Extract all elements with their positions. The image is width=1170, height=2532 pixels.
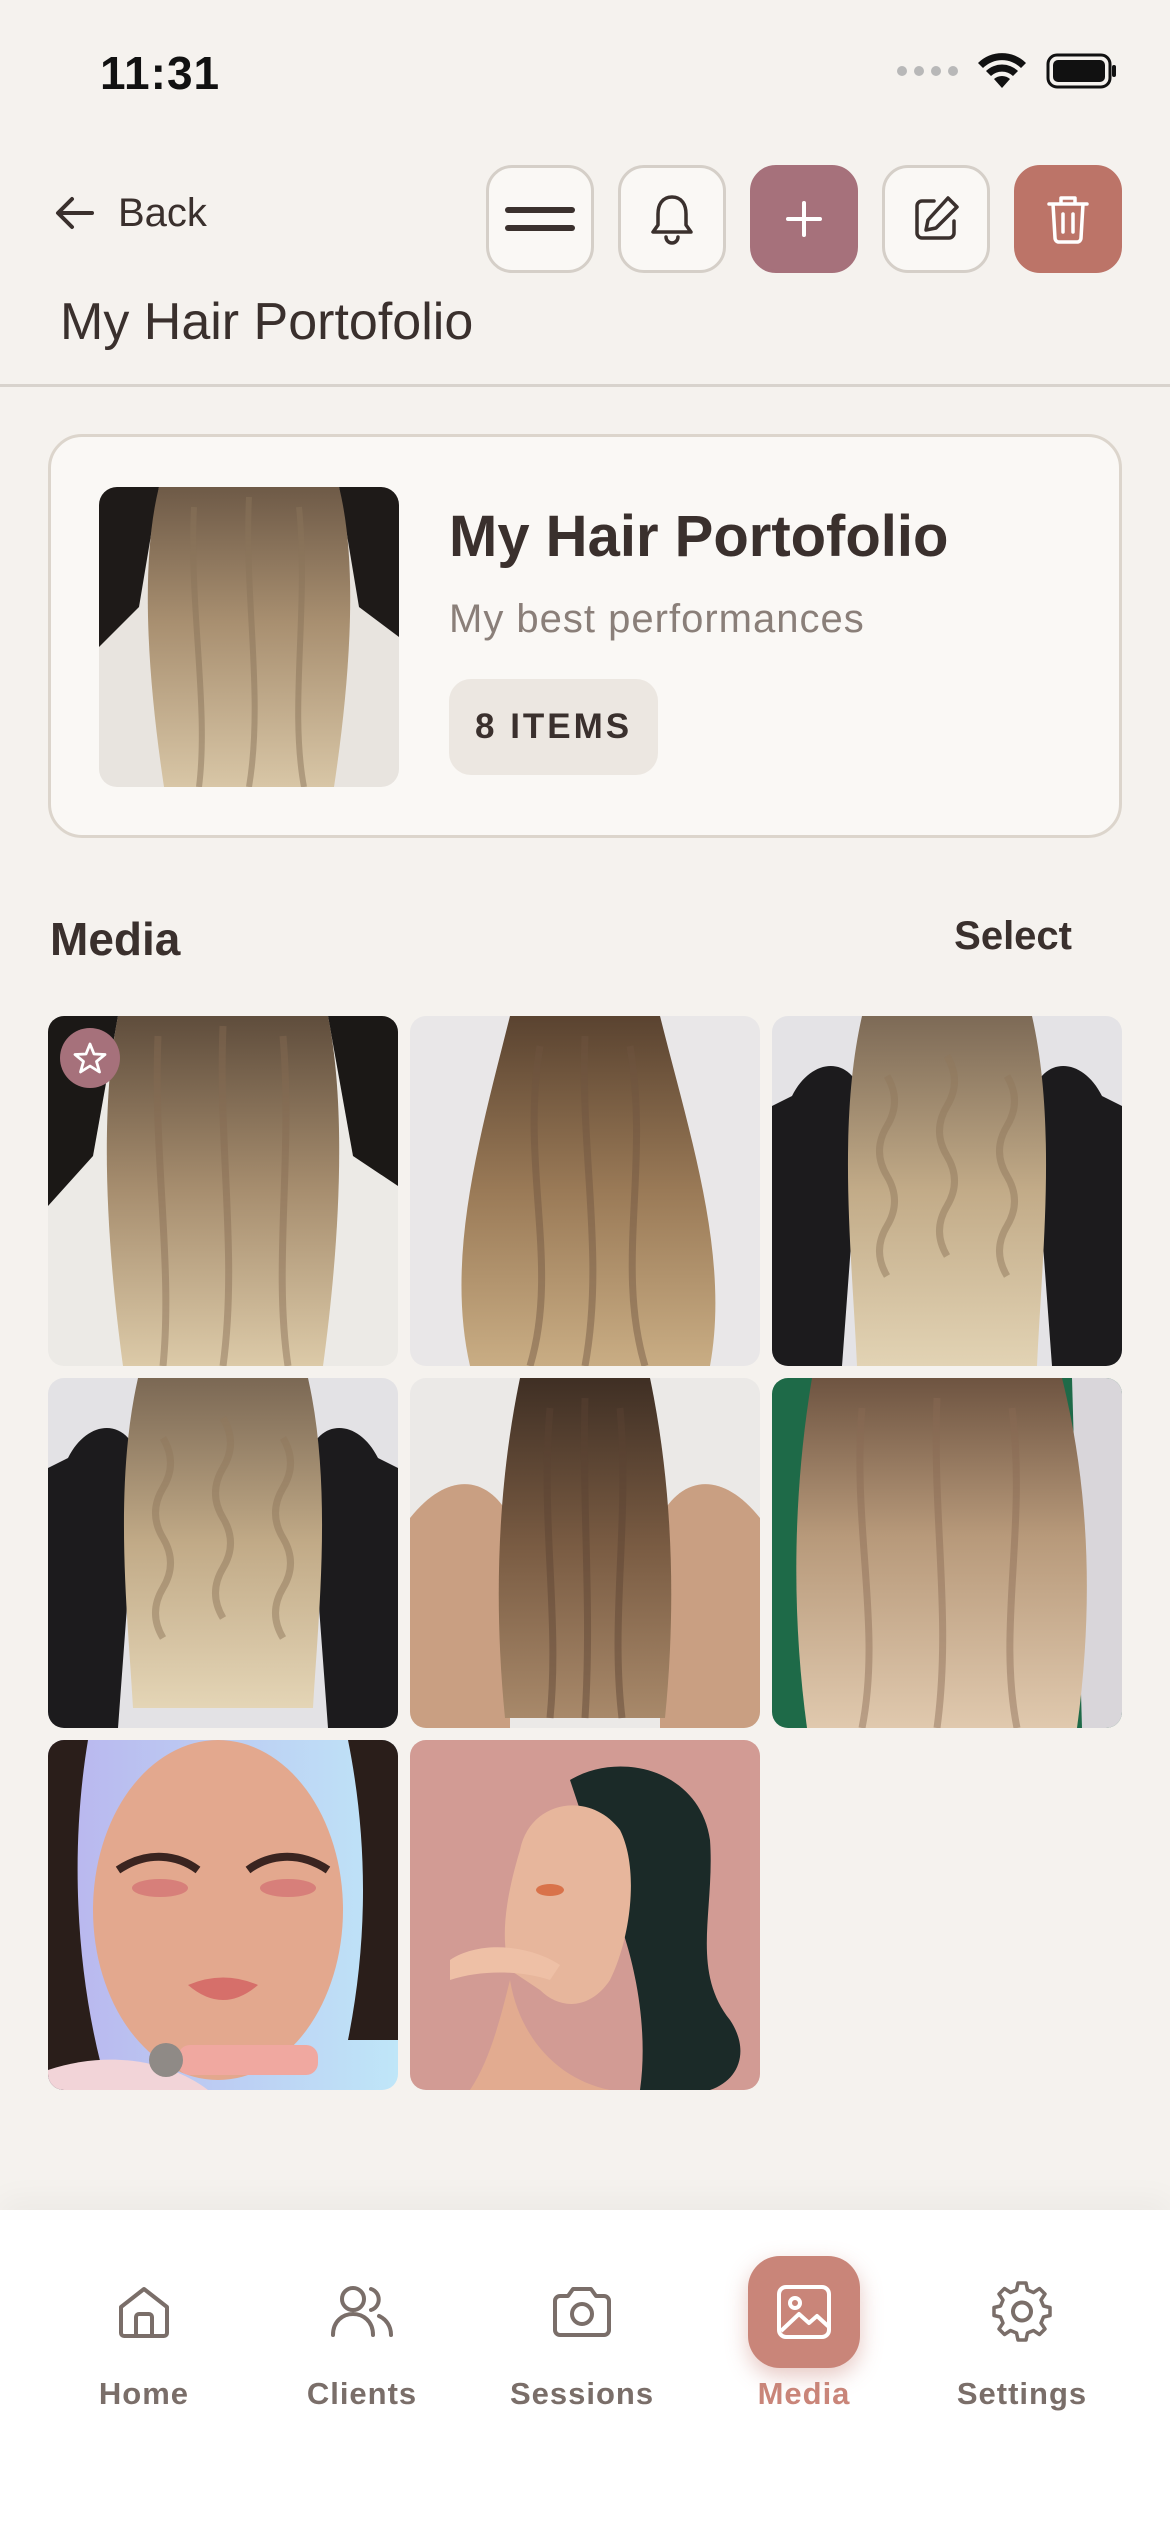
nav-item-sessions[interactable]: Sessions: [482, 2256, 682, 2412]
add-button[interactable]: [750, 165, 858, 273]
portfolio-subtitle: My best performances: [449, 597, 865, 641]
nav-label-media: Media: [757, 2376, 851, 2411]
media-section-title: Media: [50, 913, 181, 965]
media-item[interactable]: [772, 1378, 1122, 1728]
image-icon: [777, 2285, 831, 2339]
media-item[interactable]: [48, 1378, 398, 1728]
edit-button[interactable]: [882, 165, 990, 273]
portfolio-card: My Hair Portofolio My best performances …: [48, 434, 1122, 838]
nav-label-sessions: Sessions: [509, 2376, 655, 2411]
portfolio-cover-image: [99, 487, 399, 787]
back-label: Back: [118, 190, 207, 235]
header-divider: [0, 384, 1170, 387]
wifi-icon: [978, 53, 1026, 88]
status-time: 11:31: [100, 47, 221, 99]
bell-icon: [651, 195, 693, 245]
plus-icon: [786, 201, 822, 237]
status-bar: 11:31: [0, 0, 1170, 140]
battery-icon: [1046, 53, 1116, 89]
notifications-button[interactable]: [618, 165, 726, 273]
item-count-badge: 8 ITEMS: [449, 679, 659, 775]
arrow-left-icon: [56, 197, 94, 229]
edit-icon: [915, 196, 959, 240]
menu-icon: [505, 207, 575, 231]
portfolio-title: My Hair Portofolio: [449, 504, 949, 569]
delete-button[interactable]: [1014, 165, 1122, 273]
star-icon: [73, 1042, 107, 1074]
nav-label-settings: Settings: [956, 2376, 1088, 2411]
status-icons: [897, 52, 1118, 90]
nav-item-media[interactable]: Media: [704, 2256, 904, 2412]
home-icon: [119, 2287, 169, 2338]
bottom-navigation: Home Clients Sessions Media Settings: [0, 2210, 1170, 2532]
users-icon: [331, 2286, 393, 2337]
back-button[interactable]: Back: [52, 190, 207, 236]
nav-label-clients: Clients: [306, 2376, 418, 2411]
media-item[interactable]: [410, 1378, 760, 1728]
page-title: My Hair Portofolio: [60, 293, 474, 351]
favorite-badge: [60, 1028, 120, 1088]
nav-label-home: Home: [98, 2376, 190, 2411]
media-item[interactable]: [48, 1740, 398, 2090]
toolbar: [486, 165, 1122, 273]
nav-item-settings[interactable]: Settings: [922, 2256, 1122, 2412]
nav-item-home[interactable]: Home: [44, 2256, 244, 2412]
media-item[interactable]: [48, 1016, 398, 1366]
trash-icon: [1047, 196, 1089, 244]
media-item[interactable]: [410, 1016, 760, 1366]
media-item[interactable]: [410, 1740, 760, 2090]
cellular-signal-icon: [897, 66, 958, 76]
nav-item-clients[interactable]: Clients: [262, 2256, 462, 2412]
media-item[interactable]: [772, 1016, 1122, 1366]
gear-icon: [992, 2281, 1052, 2342]
menu-button[interactable]: [486, 165, 594, 273]
select-button[interactable]: Select: [954, 914, 1072, 959]
camera-icon: [553, 2287, 611, 2337]
